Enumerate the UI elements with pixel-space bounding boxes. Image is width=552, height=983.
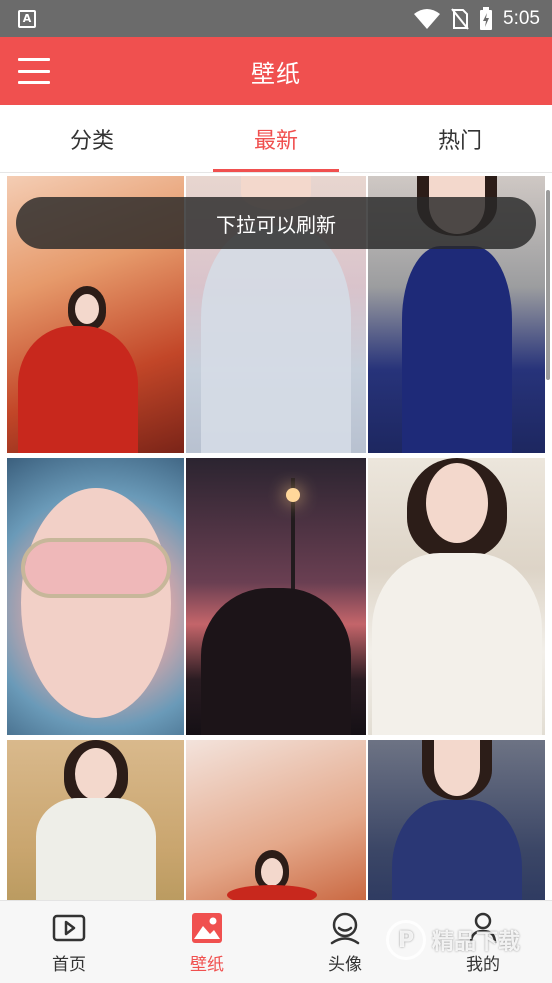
hamburger-menu-icon[interactable] [18,58,50,84]
system-icons: 5:05 [413,6,540,31]
category-tabs: 分类 最新 热门 [0,105,552,173]
wallpaper-thumb[interactable] [7,740,184,900]
wallpaper-thumb[interactable] [368,458,545,735]
nav-avatar-label: 头像 [328,954,362,975]
bottom-navigation: 首页 壁纸 头像 我的 [0,900,552,983]
person-face-icon [330,912,360,944]
clock-time: 5:05 [503,7,540,29]
notification-a-icon: A [18,9,36,28]
picture-icon [192,912,222,943]
wallpaper-thumb[interactable] [7,458,184,735]
no-sim-icon [451,7,469,30]
tab-hot[interactable]: 热门 [368,105,552,172]
wallpaper-thumb[interactable] [186,740,366,900]
wallpaper-grid [7,176,545,900]
user-icon [469,912,497,943]
nav-wallpaper[interactable]: 壁纸 [138,901,276,983]
wallpaper-thumb[interactable] [368,740,545,900]
scrollbar[interactable] [546,190,550,380]
tab-category[interactable]: 分类 [0,105,184,172]
video-play-icon [52,914,86,941]
tab-latest[interactable]: 最新 [184,105,368,172]
page-title: 壁纸 [251,59,301,88]
nav-home[interactable]: 首页 [0,901,138,983]
battery-charging-icon [480,6,493,30]
pull-to-refresh-toast: 下拉可以刷新 [16,197,536,249]
wallpaper-thumb[interactable] [186,458,366,735]
nav-avatar[interactable]: 头像 [276,901,414,983]
nav-mine[interactable]: 我的 [414,901,552,983]
nav-mine-label: 我的 [466,954,500,975]
nav-home-label: 首页 [52,954,86,975]
wifi-icon [414,8,441,29]
nav-wallpaper-label: 壁纸 [190,954,224,975]
status-bar: A 5:05 [0,0,552,37]
app-bar: 壁纸 [0,37,552,105]
